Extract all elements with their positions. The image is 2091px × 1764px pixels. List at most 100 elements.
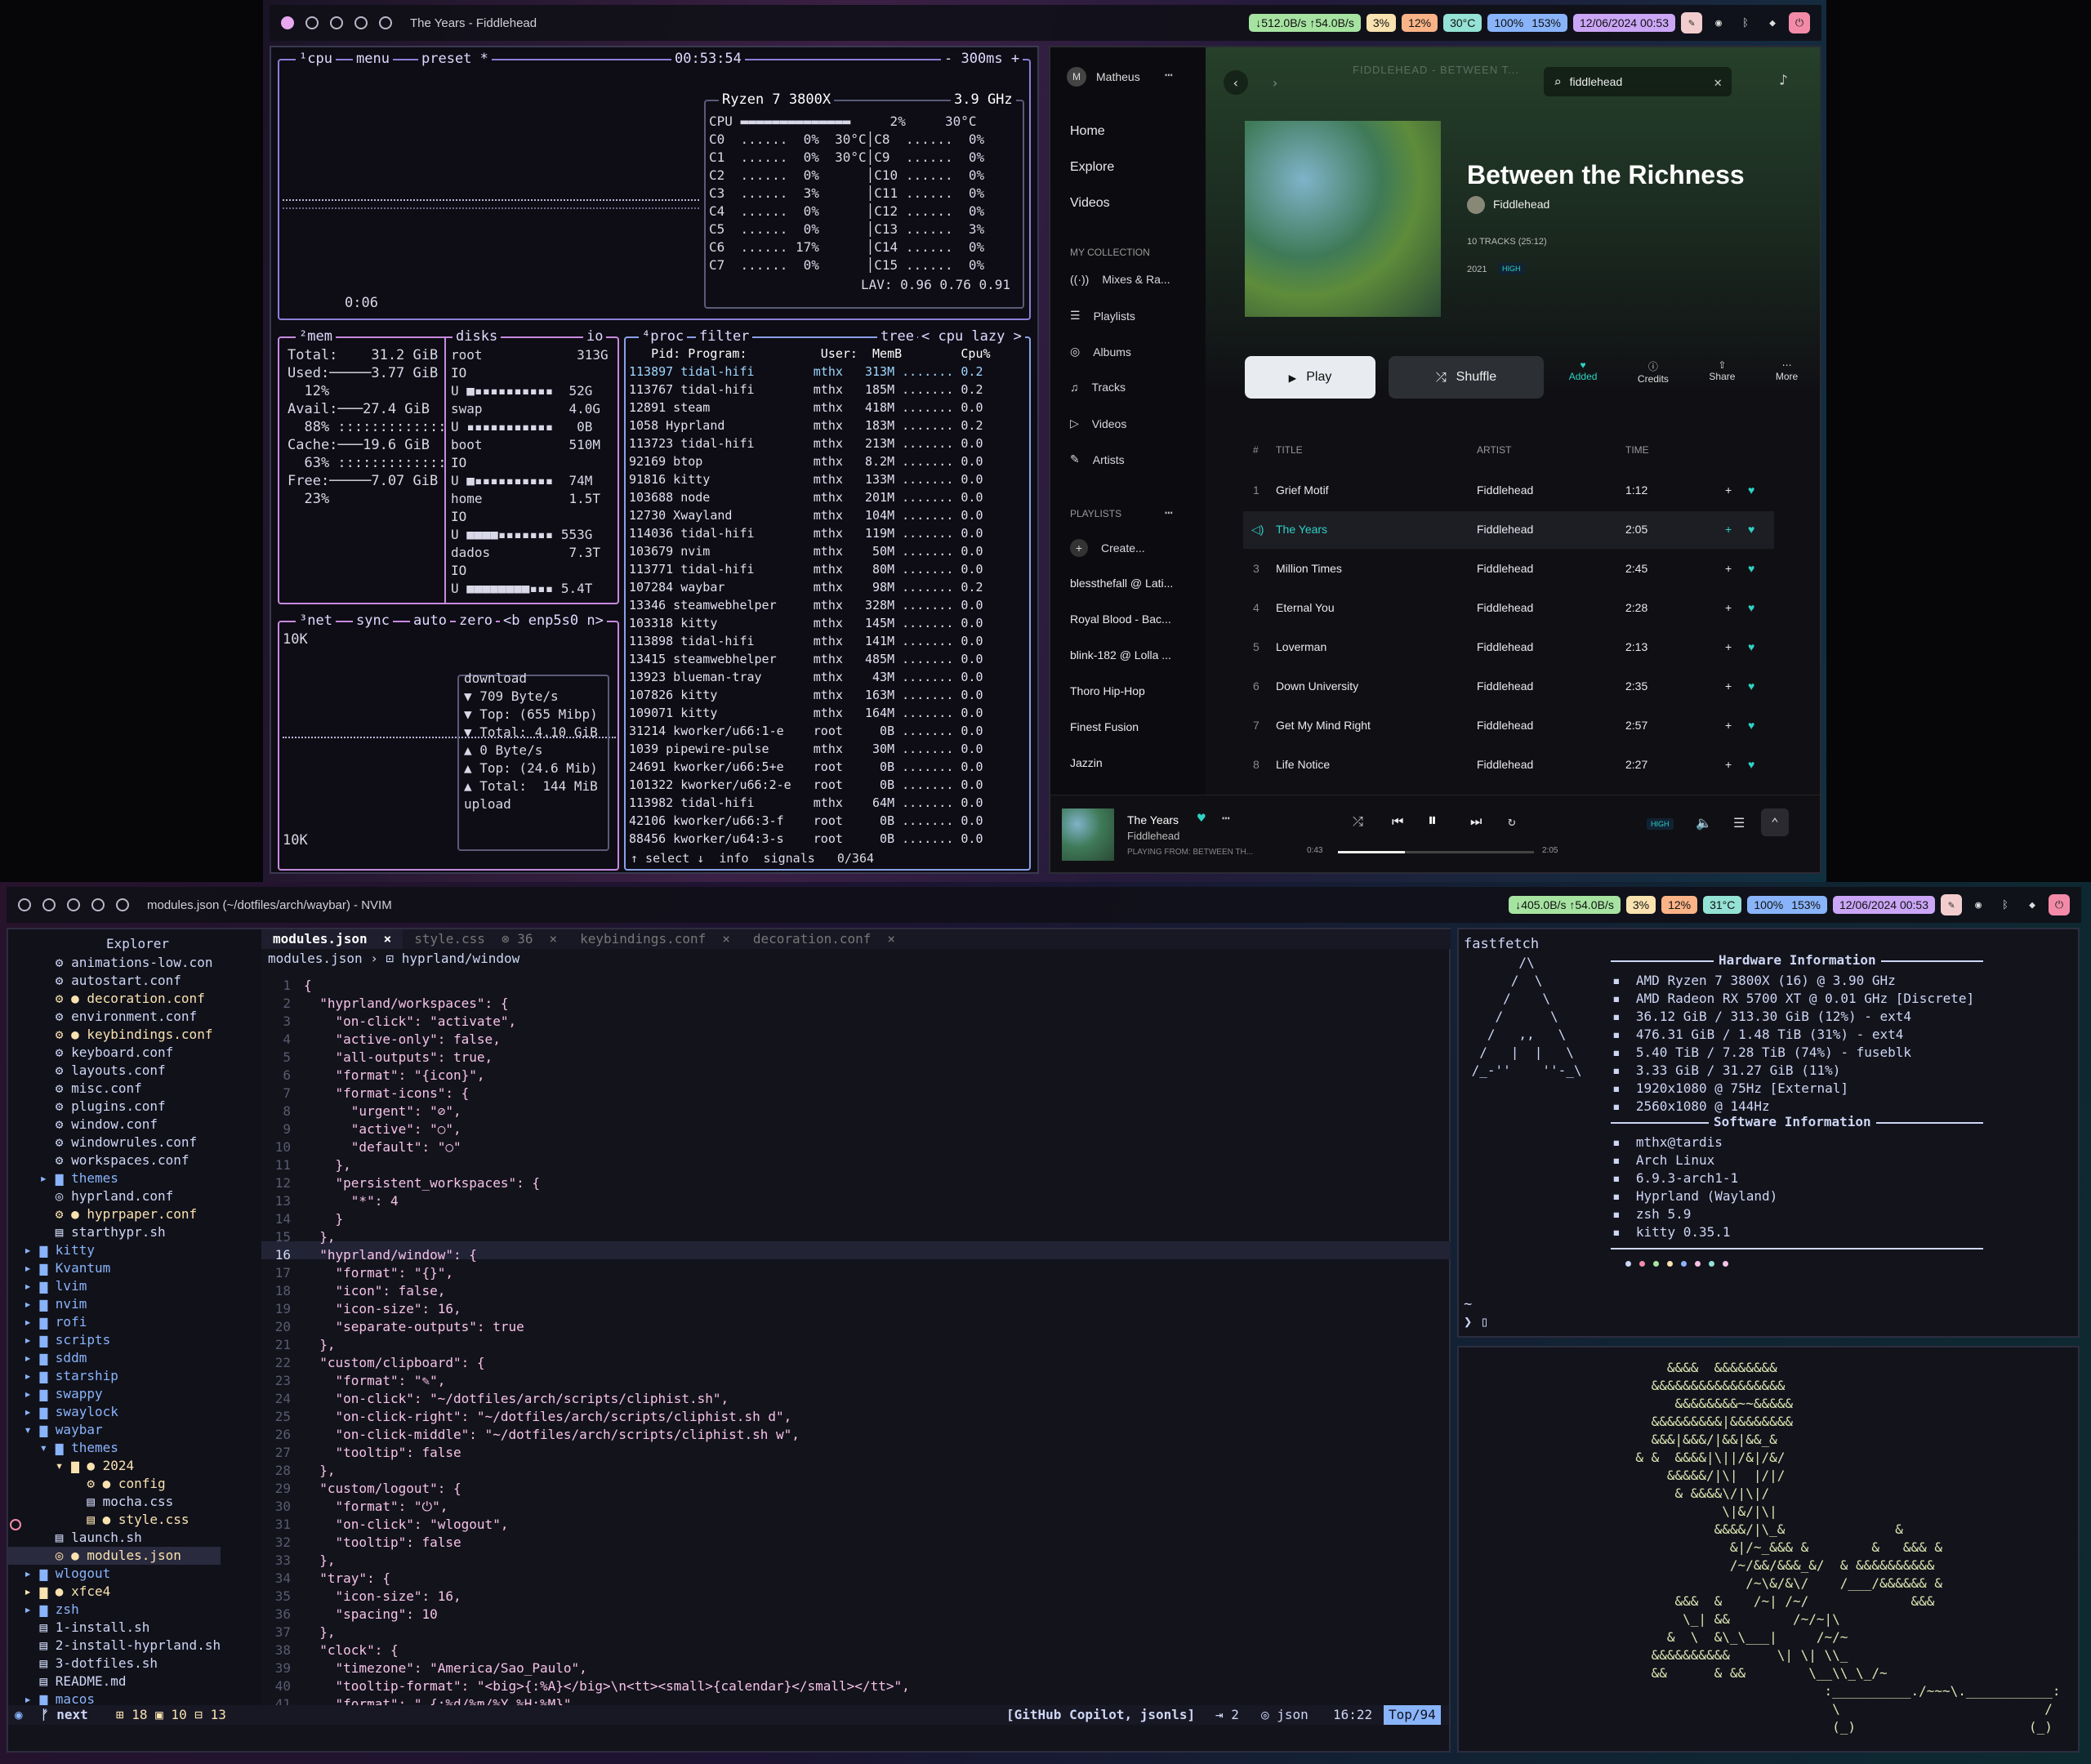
- tree-item[interactable]: ⚙ autostart.conf: [8, 972, 221, 990]
- network-pill[interactable]: ↓512.0B/s ↑54.0B/s: [1249, 14, 1361, 32]
- process-row[interactable]: 107826 kitty mthx 163M ....... 0.0: [629, 686, 983, 704]
- tree-item[interactable]: ▤ 1-install.sh: [8, 1619, 221, 1637]
- process-row[interactable]: 113898 tidal-hifi mthx 141M ....... 0.0: [629, 632, 983, 650]
- process-row[interactable]: 113897 tidal-hifi mthx 313M ....... 0.2: [629, 363, 983, 381]
- playlist-item[interactable]: Jazzin: [1070, 756, 1103, 769]
- ascii-art-terminal[interactable]: &&&& &&&&&&&& &&&&&&&&&&&&&&&&& &&&&&&&&…: [1457, 1346, 2080, 1753]
- heart-icon[interactable]: ♥: [1748, 483, 1754, 497]
- forward-icon[interactable]: ›: [1263, 70, 1287, 95]
- clipboard-icon[interactable]: ✎: [1941, 894, 1962, 915]
- tree-item[interactable]: ▤ starthypr.sh: [8, 1223, 221, 1241]
- add-icon[interactable]: +: [1725, 679, 1732, 693]
- workspace-5[interactable]: [116, 898, 129, 911]
- tree-item[interactable]: ▤ 2-install-hyprland.sh: [8, 1637, 221, 1655]
- album-cover[interactable]: [1245, 121, 1441, 317]
- interface-selector[interactable]: <b enp5s0 n>: [500, 612, 607, 629]
- workspace-1[interactable]: [18, 898, 31, 911]
- close-icon[interactable]: ×: [384, 931, 392, 947]
- clock-pill[interactable]: 12/06/2024 00:53: [1573, 14, 1675, 32]
- coll-tracks[interactable]: ♫ Tracks: [1070, 381, 1126, 394]
- add-icon[interactable]: +: [1725, 562, 1732, 575]
- process-row[interactable]: 113767 tidal-hifi mthx 185M ....... 0.2: [629, 381, 983, 399]
- tree-item[interactable]: ▾ ▆ waybar: [8, 1421, 221, 1439]
- track-row[interactable]: 7 Get My Mind Right Fiddlehead 2:57 + ♥: [1243, 707, 1774, 745]
- create-playlist[interactable]: + Create...: [1070, 539, 1145, 557]
- process-row[interactable]: 101322 kworker/u66:2-e root 0B ....... 0…: [629, 776, 983, 794]
- tidal-tray-icon[interactable]: ◆: [2022, 894, 2043, 915]
- tree-item[interactable]: ⚙ keyboard.conf: [8, 1044, 221, 1062]
- tree-item[interactable]: ▸ ▆ themes: [8, 1169, 221, 1187]
- add-icon[interactable]: +: [1725, 601, 1732, 614]
- bluetooth-icon[interactable]: ᛒ: [1995, 894, 2016, 915]
- now-more-icon[interactable]: ⋯: [1222, 810, 1230, 826]
- bluetooth-icon[interactable]: ᛒ: [1735, 12, 1756, 33]
- tree-item[interactable]: ⚙ animations-low.con: [8, 954, 221, 972]
- previous-icon[interactable]: ⏮: [1392, 813, 1403, 830]
- tree-item[interactable]: ▸ ▆ swaylock: [8, 1403, 221, 1421]
- col-title[interactable]: TITLE: [1276, 444, 1303, 456]
- coll-videos[interactable]: ▷ Videos: [1070, 416, 1126, 430]
- steam-icon[interactable]: ◉: [1708, 12, 1729, 33]
- more-button[interactable]: ⋯ More: [1776, 359, 1798, 385]
- tree-item[interactable]: ▤ launch.sh: [8, 1529, 221, 1547]
- cpu-pill[interactable]: 3%: [1366, 14, 1397, 32]
- tree-item[interactable]: ⚙ layouts.conf: [8, 1062, 221, 1080]
- shell-prompt[interactable]: ~ ❯ ▯: [1464, 1295, 1489, 1331]
- playlist-item[interactable]: blink-182 @ Lolla ...: [1070, 648, 1171, 662]
- tree-item[interactable]: ▸ ▆ scripts: [8, 1331, 221, 1349]
- tree-item[interactable]: ⚙ windowrules.conf: [8, 1134, 221, 1152]
- tree-item[interactable]: ⚙ workspaces.conf: [8, 1152, 221, 1169]
- col-artist[interactable]: ARTIST: [1477, 444, 1511, 456]
- workspace-2[interactable]: [42, 898, 56, 911]
- add-icon[interactable]: +: [1725, 523, 1732, 536]
- sync-toggle[interactable]: sync: [353, 612, 393, 629]
- search-input[interactable]: fiddlehead: [1570, 75, 1706, 88]
- process-row[interactable]: 24691 kworker/u66:5+e root 0B ....... 0.…: [629, 758, 983, 776]
- power-icon[interactable]: ⏻: [2049, 894, 2070, 915]
- mic-pill[interactable]: 153%: [1791, 898, 1821, 911]
- zero-toggle[interactable]: zero: [456, 612, 496, 629]
- add-icon[interactable]: +: [1725, 483, 1732, 497]
- process-row[interactable]: 92169 btop mthx 8.2M ....... 0.0: [629, 452, 983, 470]
- track-row[interactable]: ◁) The Years Fiddlehead 2:05 + ♥: [1243, 511, 1774, 549]
- track-row[interactable]: 4 Eternal You Fiddlehead 2:28 + ♥: [1243, 590, 1774, 627]
- nav-explore[interactable]: Explore: [1070, 160, 1114, 175]
- memory-pill[interactable]: 12%: [1402, 14, 1438, 32]
- btop-window[interactable]: ¹cpu menu preset * 00:53:54 - 300ms + 0:…: [270, 46, 1039, 874]
- tree-item[interactable]: ⚙ ● config: [8, 1475, 221, 1493]
- now-artist[interactable]: Fiddlehead: [1127, 830, 1179, 842]
- track-row[interactable]: 8 Life Notice Fiddlehead 2:27 + ♥: [1243, 746, 1774, 784]
- tree-item[interactable]: ⚙ environment.conf: [8, 1008, 221, 1026]
- now-cover[interactable]: [1062, 808, 1114, 861]
- tree-item[interactable]: ▤ ● style.css: [8, 1511, 221, 1529]
- playlist-item[interactable]: Royal Blood - Bac...: [1070, 612, 1171, 626]
- tree-item[interactable]: ◎ hyprland.conf: [8, 1187, 221, 1205]
- heart-icon[interactable]: ♥: [1748, 679, 1754, 693]
- bell-icon[interactable]: ♪: [1779, 72, 1788, 89]
- process-row[interactable]: 42106 kworker/u66:3-f root 0B ....... 0.…: [629, 812, 983, 830]
- process-row[interactable]: 13923 blueman-tray mthx 43M ....... 0.0: [629, 668, 983, 686]
- process-row[interactable]: 12730 Xwayland mthx 104M ....... 0.0: [629, 506, 983, 524]
- tree-item[interactable]: ▸ ▆ starship: [8, 1367, 221, 1385]
- credits-button[interactable]: ⓘ Credits: [1638, 359, 1669, 385]
- process-row[interactable]: 31214 kworker/u66:1-e root 0B ....... 0.…: [629, 722, 983, 740]
- process-row[interactable]: 88456 kworker/u64:3-s root 0B ....... 0.…: [629, 830, 983, 848]
- search-box[interactable]: ⌕ fiddlehead ✕: [1544, 67, 1732, 96]
- heart-icon[interactable]: ♥: [1748, 601, 1754, 614]
- coll-mixes[interactable]: ((·)) Mixes & Ra...: [1070, 273, 1170, 286]
- workspace-3[interactable]: [330, 16, 343, 29]
- album-artist[interactable]: Fiddlehead: [1493, 198, 1549, 211]
- tree-item[interactable]: ▤ 3-dotfiles.sh: [8, 1655, 221, 1673]
- tab-modules-json[interactable]: modules.json ×: [261, 929, 403, 949]
- tree-item[interactable]: ▸ ▆ sddm: [8, 1349, 221, 1367]
- process-row[interactable]: 1058 Hyprland mthx 183M ....... 0.2: [629, 416, 983, 434]
- tree-item[interactable]: ▾ ▆ themes: [8, 1439, 221, 1457]
- now-from[interactable]: PLAYING FROM: BETWEEN TH...: [1127, 848, 1253, 857]
- tree-item[interactable]: ▸ ▆ swappy: [8, 1385, 221, 1403]
- nvim-window[interactable]: Explorer ⚙ animations-low.con ⚙ autostar…: [7, 928, 1451, 1753]
- process-row[interactable]: 12891 steam mthx 418M ....... 0.0: [629, 399, 983, 416]
- tree-item[interactable]: ⚙ plugins.conf: [8, 1098, 221, 1116]
- track-row[interactable]: 5 Loverman Fiddlehead 2:13 + ♥: [1243, 629, 1774, 666]
- process-row[interactable]: 1039 pipewire-pulse mthx 30M ....... 0.0: [629, 740, 983, 758]
- tree-item[interactable]: ⚙ ● keybindings.conf: [8, 1026, 221, 1044]
